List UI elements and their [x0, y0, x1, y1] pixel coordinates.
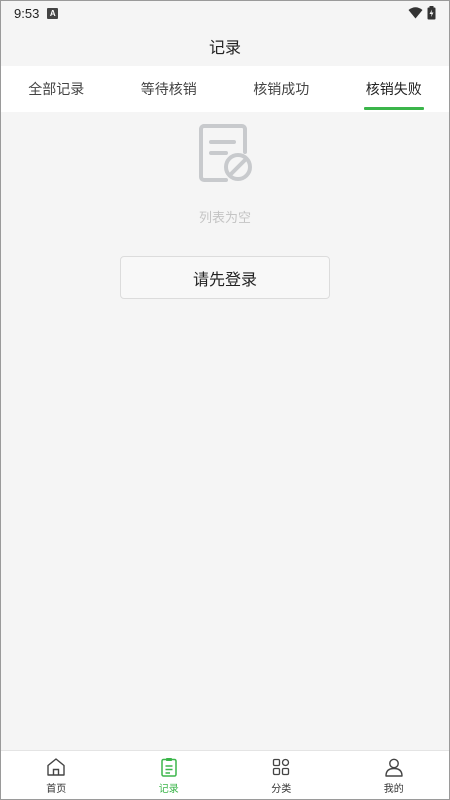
status-bar: 9:53 A [0, 0, 450, 26]
status-time: 9:53 [14, 5, 40, 21]
tab-label: 全部记录 [28, 82, 85, 98]
home-icon [47, 758, 65, 776]
tab-label: 核销失败 [365, 82, 422, 98]
device-frame [0, 0, 450, 800]
user-icon [385, 758, 403, 777]
tab-all-records[interactable]: 全部记录 [0, 66, 113, 112]
bottom-nav: 首页 记录 分类 我的 [0, 750, 450, 800]
nav-label: 分类 [271, 784, 292, 795]
wifi-icon [408, 7, 423, 19]
tab-pending-verification[interactable]: 等待核销 [113, 66, 226, 112]
login-button[interactable]: 请先登录 [120, 256, 330, 299]
nav-item-category[interactable]: 分类 [225, 751, 338, 800]
tab-label: 核销成功 [253, 82, 310, 98]
nav-label: 首页 [46, 784, 67, 795]
tab-verification-failed[interactable]: 核销失败 [338, 66, 450, 112]
status-icons [408, 6, 436, 20]
nav-item-home[interactable]: 首页 [0, 751, 113, 800]
app-header: 记录 [0, 26, 450, 66]
nav-label: 记录 [158, 784, 179, 795]
category-grid-icon [273, 758, 290, 776]
empty-document-icon [199, 124, 252, 182]
active-tab-indicator [363, 107, 424, 110]
page-title: 记录 [208, 38, 241, 57]
clipboard-icon [161, 758, 177, 777]
tab-verification-success[interactable]: 核销成功 [225, 66, 338, 112]
login-button-label: 请先登录 [192, 269, 257, 289]
tab-label: 等待核销 [140, 82, 197, 98]
nav-label: 我的 [383, 784, 404, 795]
empty-list-text: 列表为空 [198, 211, 251, 226]
nav-item-records[interactable]: 记录 [113, 751, 226, 800]
notification-icon: A [47, 7, 59, 19]
tab-bar: 全部记录 等待核销 核销成功 核销失败 [0, 66, 450, 112]
battery-icon [427, 6, 436, 20]
nav-item-profile[interactable]: 我的 [338, 751, 450, 800]
